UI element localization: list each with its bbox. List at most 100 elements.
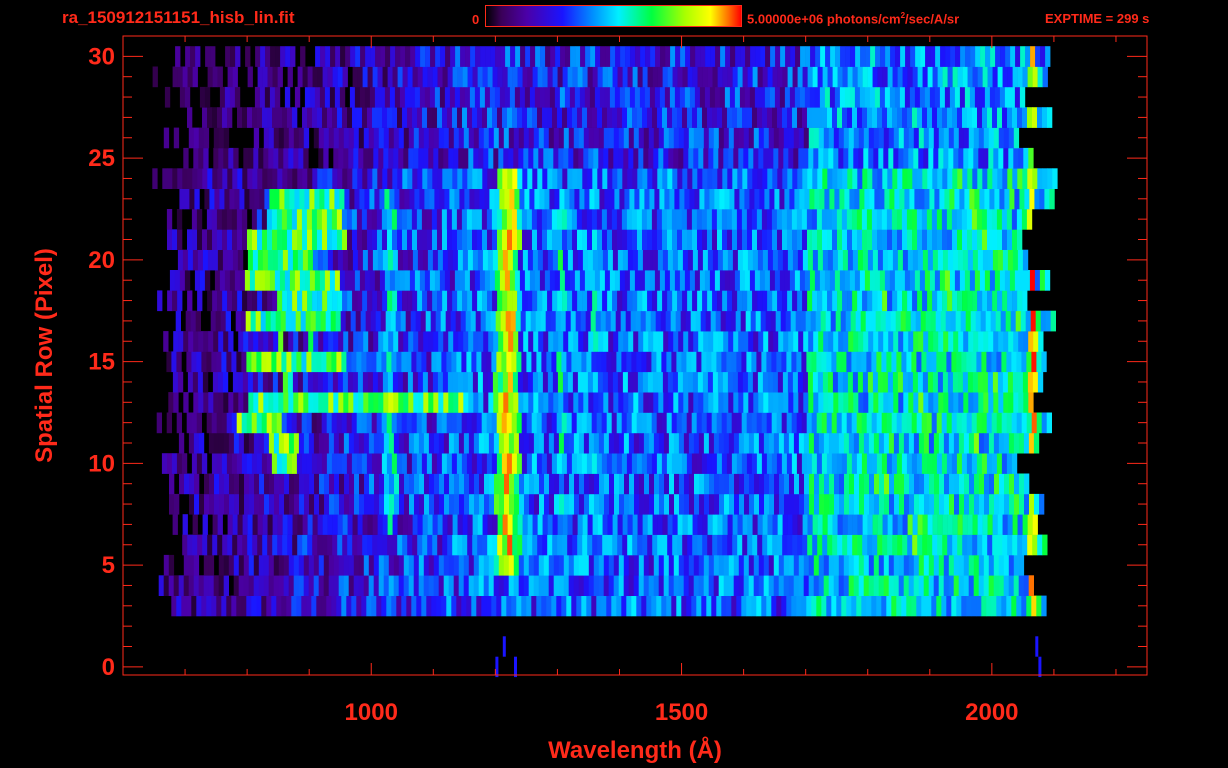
heatmap-cell	[206, 351, 212, 373]
heatmap-cell	[852, 229, 858, 250]
heatmap-cell	[667, 66, 673, 88]
heatmap-cell	[579, 473, 585, 495]
heatmap-cell	[334, 86, 341, 108]
heatmap-cell	[791, 351, 797, 373]
heatmap-cell	[621, 351, 627, 373]
heatmap-cell	[942, 371, 949, 393]
heatmap-cell	[932, 229, 938, 250]
heatmap-cell	[334, 270, 341, 291]
heatmap-cell	[622, 290, 628, 312]
heatmap-cell	[598, 554, 605, 576]
heatmap-cell	[271, 453, 278, 474]
heatmap-cell	[997, 107, 1003, 128]
heatmap-cell	[252, 290, 258, 312]
heatmap-cell	[196, 453, 203, 474]
heatmap-cell	[178, 432, 185, 454]
heatmap-cell	[892, 66, 898, 88]
heatmap-cell	[357, 249, 364, 271]
heatmap-cell	[581, 412, 587, 434]
heatmap-cell	[378, 392, 384, 413]
heatmap-cell	[320, 46, 326, 67]
heatmap-cell	[498, 432, 505, 454]
heatmap-cell	[916, 595, 922, 617]
heatmap-cell	[357, 66, 363, 88]
heatmap-cell	[808, 331, 814, 352]
heatmap-cell	[309, 188, 315, 210]
heatmap-cell	[937, 249, 944, 271]
heatmap-cell	[1007, 290, 1013, 312]
heatmap-cell	[826, 595, 832, 617]
heatmap-cell	[424, 188, 430, 210]
heatmap-cell	[419, 493, 425, 515]
heatmap-cell	[743, 147, 749, 169]
heatmap-cell	[815, 46, 821, 67]
heatmap-cell	[210, 46, 216, 67]
heatmap-cell	[337, 66, 343, 88]
heatmap-cell	[813, 392, 819, 413]
heatmap-cell	[379, 188, 385, 210]
heatmap-cell	[889, 473, 895, 495]
heatmap-cell	[266, 209, 273, 230]
heatmap-cell	[725, 46, 731, 67]
heatmap-cell	[212, 290, 218, 312]
heatmap-cell	[734, 86, 741, 108]
heatmap-cell	[262, 66, 268, 88]
heatmap-cell	[176, 595, 182, 617]
heatmap-cell	[552, 107, 558, 128]
heatmap-cell	[922, 249, 929, 271]
heatmap-cell	[1029, 188, 1035, 210]
heatmap-cell	[156, 412, 162, 434]
heatmap-cell	[728, 147, 734, 169]
heatmap-cell	[460, 46, 466, 67]
heatmap-cell	[858, 575, 864, 596]
heatmap-cell	[704, 270, 711, 291]
heatmap-cell	[638, 554, 645, 576]
heatmap-cell	[486, 412, 492, 434]
heatmap-cell	[363, 331, 369, 352]
heatmap-cell	[849, 86, 856, 108]
heatmap-cell	[1016, 412, 1022, 434]
heatmap-cell	[672, 229, 678, 250]
heatmap-cell	[561, 595, 567, 617]
heatmap-cell	[389, 270, 396, 291]
heatmap-cell	[955, 46, 961, 67]
heatmap-cell	[488, 127, 495, 149]
heatmap-cell	[670, 46, 676, 67]
heatmap-cell	[428, 392, 434, 413]
heatmap-cell	[989, 493, 995, 515]
heatmap-cell	[323, 432, 330, 454]
heatmap-cell	[852, 249, 859, 271]
heatmap-cell	[297, 168, 303, 189]
heatmap-cell	[582, 534, 588, 556]
heatmap-cell	[857, 534, 863, 556]
heatmap-cell	[997, 229, 1003, 250]
heatmap-cell	[296, 209, 303, 230]
heatmap-cell	[528, 147, 534, 169]
heatmap-cell	[714, 493, 720, 515]
heatmap-cell	[451, 351, 457, 373]
heatmap-cell	[901, 453, 908, 474]
heatmap-cell	[831, 595, 837, 617]
heatmap-cell	[425, 46, 431, 67]
heatmap-cell	[899, 188, 905, 210]
heatmap-cell	[273, 127, 280, 149]
heatmap-cell	[980, 310, 986, 332]
heatmap-cell	[373, 554, 380, 576]
heatmap-cell	[752, 290, 758, 312]
heatmap-cell	[538, 554, 545, 576]
heatmap-cell	[441, 412, 447, 434]
heatmap-cell	[877, 168, 883, 189]
heatmap-cell	[243, 147, 249, 169]
heatmap-cell	[836, 351, 842, 373]
heatmap-cell	[987, 534, 993, 556]
heatmap-cell	[452, 66, 458, 88]
heatmap-cell	[521, 351, 527, 373]
heatmap-cell	[847, 371, 854, 393]
heatmap-cell	[182, 168, 188, 189]
heatmap-cell	[532, 229, 538, 250]
heatmap-cell	[1018, 147, 1024, 169]
heatmap-cell	[546, 453, 553, 474]
heatmap-cell	[826, 453, 833, 474]
heatmap-cell	[247, 534, 253, 556]
heatmap-cell	[932, 290, 938, 312]
